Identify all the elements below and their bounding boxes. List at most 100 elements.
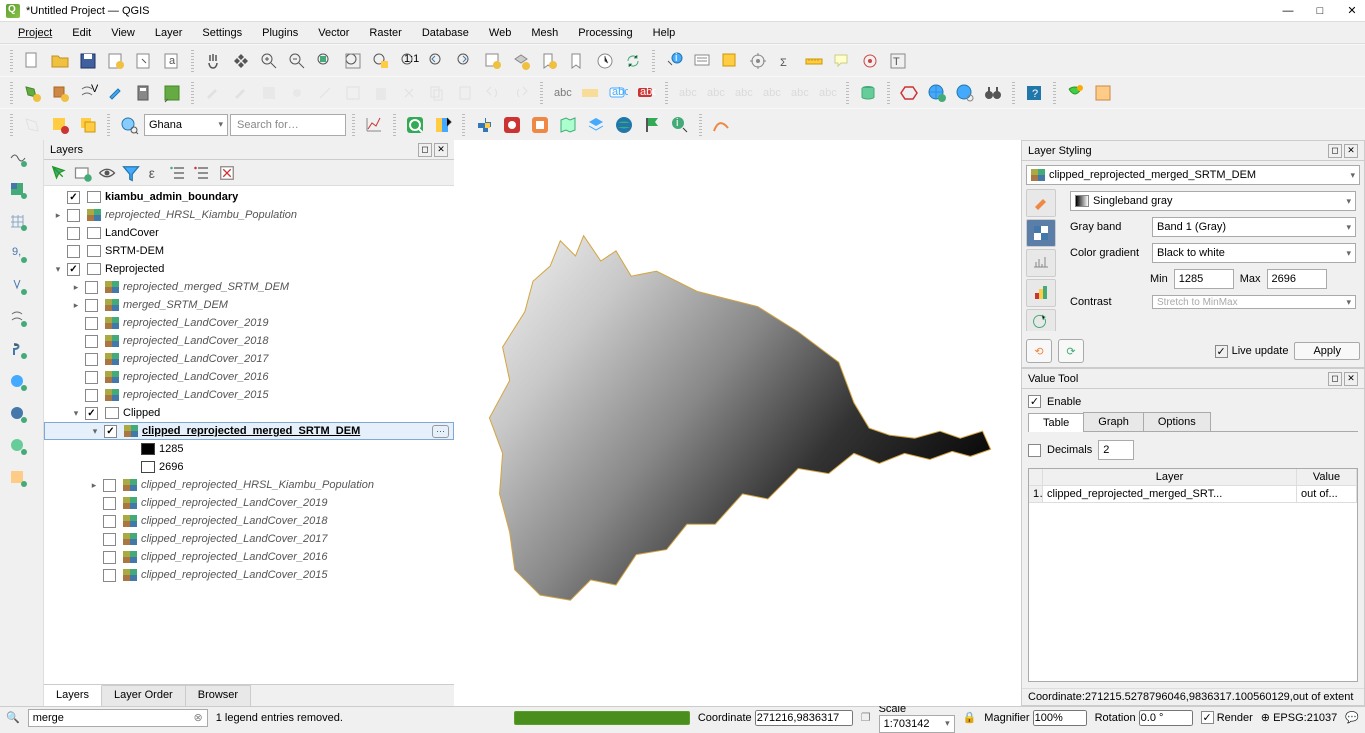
tree-item[interactable]: clipped_reprojected_LandCover_2018 (44, 512, 454, 530)
tab-browser[interactable]: Browser (186, 685, 251, 706)
label-tool-1-icon[interactable]: abc (674, 80, 700, 106)
minimize-button[interactable]: — (1281, 4, 1295, 18)
vtab-graph[interactable]: Graph (1083, 412, 1144, 431)
transparency-tab-icon[interactable] (1026, 219, 1056, 247)
globe-plus-icon[interactable] (924, 80, 950, 106)
map-canvas[interactable] (454, 140, 1021, 706)
undo-style-icon[interactable]: ⟲ (1026, 339, 1052, 363)
menu-project[interactable]: Project (8, 25, 62, 41)
value-close-icon[interactable]: ✕ (1344, 372, 1358, 386)
tree-item[interactable]: clipped_reprojected_LandCover_2019 (44, 494, 454, 512)
apply-button[interactable]: Apply (1294, 342, 1360, 360)
layer-checkbox[interactable] (103, 551, 116, 564)
flag-icon[interactable] (639, 112, 665, 138)
menu-layer[interactable]: Layer (145, 25, 193, 41)
close-button[interactable]: ✕ (1345, 4, 1359, 18)
crs-button[interactable]: ⊕ EPSG:21037 (1261, 711, 1338, 724)
tree-item[interactable]: reprojected_LandCover_2015 (44, 386, 454, 404)
text-annotation-icon[interactable]: T (885, 48, 911, 74)
layer-checkbox[interactable] (85, 407, 98, 420)
add-wcs-icon[interactable] (2, 400, 34, 428)
layer-checkbox[interactable] (85, 281, 98, 294)
selection-poly-icon[interactable] (19, 112, 45, 138)
no-label-icon[interactable]: abc (633, 80, 659, 106)
menu-database[interactable]: Database (412, 25, 479, 41)
layer-checkbox[interactable] (67, 263, 80, 276)
symbology-tab-icon[interactable] (1026, 189, 1056, 217)
binoculars-icon[interactable] (980, 80, 1006, 106)
remove-layer-icon[interactable] (216, 162, 238, 184)
add-group-icon[interactable] (72, 162, 94, 184)
tree-item[interactable]: reprojected_LandCover_2019 (44, 314, 454, 332)
menu-processing[interactable]: Processing (568, 25, 642, 41)
layer-checkbox[interactable] (85, 353, 98, 366)
history-tab-icon[interactable] (1026, 309, 1056, 331)
python-icon[interactable] (471, 112, 497, 138)
decimals-checkbox[interactable] (1028, 444, 1041, 457)
map-tool-icon[interactable] (555, 112, 581, 138)
add-postgis-icon[interactable] (2, 336, 34, 364)
geocoder-country[interactable]: Ghana (144, 114, 228, 136)
layer-checkbox[interactable] (67, 227, 80, 240)
vtab-table[interactable]: Table (1028, 413, 1084, 432)
styling-undock-icon[interactable]: ◻ (1328, 144, 1342, 158)
value-table[interactable]: Layer Value 1 clipped_reprojected_merged… (1028, 468, 1358, 682)
new-print-layout-icon[interactable] (103, 48, 129, 74)
globe-round-icon[interactable] (611, 112, 637, 138)
renderer-combo[interactable]: Singleband gray (1070, 191, 1356, 211)
tree-item[interactable]: 1285 (44, 440, 454, 458)
deselect-icon[interactable] (47, 112, 73, 138)
tree-item[interactable]: reprojected_LandCover_2017 (44, 350, 454, 368)
styling-layer-combo[interactable]: clipped_reprojected_merged_SRTM_DEM (1026, 165, 1360, 185)
max-input[interactable] (1267, 269, 1327, 289)
blue-tool-icon[interactable] (583, 112, 609, 138)
layer-checkbox[interactable] (67, 245, 80, 258)
vertex-tool-icon[interactable] (312, 80, 338, 106)
select-all-icon[interactable] (75, 112, 101, 138)
menu-plugins[interactable]: Plugins (252, 25, 308, 41)
expander-icon[interactable]: ▸ (70, 300, 82, 311)
layers-tree[interactable]: kiambu_admin_boundary▸reprojected_HRSL_K… (44, 186, 454, 684)
db-manager-icon[interactable] (855, 80, 881, 106)
color-gradient-combo[interactable]: Black to white (1152, 243, 1356, 263)
geocoder-search[interactable]: Search for… (230, 114, 346, 136)
add-delimited-icon[interactable]: 9, (2, 240, 34, 268)
expand-all-icon[interactable] (168, 162, 190, 184)
tree-item[interactable]: reprojected_LandCover_2018 (44, 332, 454, 350)
plugin-icon-2[interactable] (1090, 80, 1116, 106)
orange-tool-icon[interactable] (527, 112, 553, 138)
panel-undock-icon[interactable]: ◻ (418, 143, 432, 157)
contrast-combo[interactable]: Stretch to MinMax (1152, 295, 1356, 309)
tree-item[interactable]: ▸merged_SRTM_DEM (44, 296, 454, 314)
add-spatialite-icon[interactable] (2, 272, 34, 300)
zoom-layer-icon[interactable]: 1:1 (396, 48, 422, 74)
lock-icon[interactable]: 🔒 (963, 711, 977, 724)
style-manager-icon[interactable]: a (159, 48, 185, 74)
undo-icon[interactable] (480, 80, 506, 106)
curve-icon[interactable] (708, 112, 734, 138)
tree-item[interactable]: ▾Reprojected (44, 260, 454, 278)
layer-checkbox[interactable] (67, 191, 80, 204)
label-tool-5-icon[interactable]: abc (786, 80, 812, 106)
filter-expr-icon[interactable]: ε (144, 162, 166, 184)
zoom-native-icon[interactable] (312, 48, 338, 74)
render-checkbox[interactable]: ✓ Render (1201, 711, 1253, 724)
messages-icon[interactable]: 💬 (1345, 711, 1359, 724)
decimals-input[interactable] (1098, 440, 1134, 460)
layer-style-icon[interactable] (48, 162, 70, 184)
label-tool-3-icon[interactable]: abc (730, 80, 756, 106)
tree-item[interactable]: SRTM-DEM (44, 242, 454, 260)
tab-layers[interactable]: Layers (44, 685, 102, 706)
zoom-in-icon[interactable] (256, 48, 282, 74)
layer-checkbox[interactable] (85, 389, 98, 402)
expander-icon[interactable]: ▸ (52, 210, 64, 221)
rendering-tab-icon[interactable] (1026, 279, 1056, 307)
help-icon[interactable]: ? (1021, 80, 1047, 106)
new-3d-view-icon[interactable] (508, 48, 534, 74)
add-virtual-icon[interactable] (2, 304, 34, 332)
menu-edit[interactable]: Edit (62, 25, 101, 41)
add-vector-icon[interactable] (2, 144, 34, 172)
layer-checkbox[interactable] (104, 425, 117, 438)
current-edits-icon[interactable] (200, 80, 226, 106)
rotation-input[interactable] (1139, 710, 1193, 726)
